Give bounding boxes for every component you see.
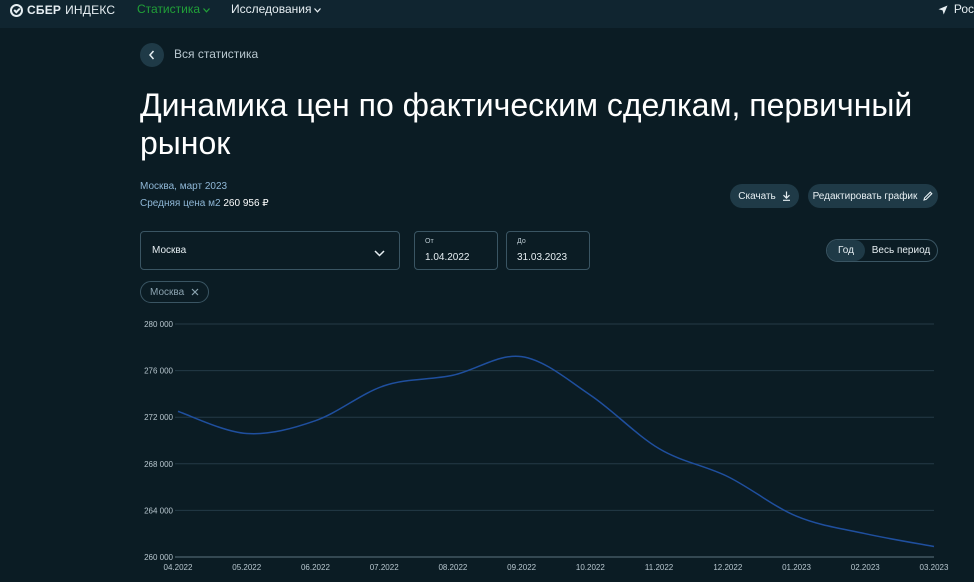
nav-research-label: Исследования	[231, 2, 312, 16]
nav-statistics-label: Статистика	[137, 2, 201, 16]
x-tick-label: 06.2022	[301, 563, 330, 572]
x-tick-label: 09.2022	[507, 563, 536, 572]
data-point[interactable]	[657, 447, 661, 451]
data-point[interactable]	[932, 545, 936, 549]
back-button[interactable]	[140, 43, 164, 67]
chevron-left-icon	[149, 50, 155, 60]
sber-logo-icon	[10, 3, 23, 17]
data-point[interactable]	[726, 475, 730, 479]
filter-chip[interactable]: Москва	[140, 281, 210, 303]
period-all-button[interactable]: Весь период	[865, 240, 937, 261]
city-select-value: Москва	[152, 245, 187, 256]
filter-chip-label: Москва	[150, 286, 185, 298]
price-line-chart: 260 000 264 000 268 000 272 000 276 000 280 0…	[144, 320, 949, 572]
y-tick-label: 268 000	[144, 460, 173, 469]
x-tick-label: 05.2022	[232, 563, 261, 572]
series-line[interactable]	[177, 355, 935, 548]
y-tick-label: 272 000	[144, 413, 173, 422]
download-icon	[782, 191, 790, 201]
location-date: Москва, март 2023	[140, 181, 228, 192]
region-selector[interactable]: Рос	[938, 2, 974, 16]
data-point[interactable]	[520, 355, 524, 359]
logo[interactable]: СБЕР ИНДЕКС	[10, 3, 115, 17]
average-price: Средняя цена м2 260 956 ₽	[140, 198, 269, 209]
logo-light: ИНДЕКС	[65, 3, 116, 17]
data-point[interactable]	[588, 393, 592, 397]
pencil-icon	[923, 191, 933, 201]
y-tick-label: 280 000	[144, 320, 173, 329]
period-toggle: Год Весь период	[826, 239, 938, 262]
logo-strong: СБЕР	[27, 3, 62, 17]
city-select[interactable]: Москва	[140, 231, 400, 270]
data-point[interactable]	[176, 409, 180, 413]
x-tick-label: 01.2023	[782, 563, 811, 572]
edit-chart-label: Редактировать график	[812, 190, 918, 202]
data-point[interactable]	[451, 373, 455, 377]
nav-research[interactable]: Исследования	[231, 2, 322, 16]
average-price-label: Средняя цена м2	[140, 198, 221, 209]
data-point[interactable]	[245, 432, 249, 436]
average-price-value: 260 956 ₽	[223, 198, 269, 209]
x-tick-label: 11.2022	[645, 563, 674, 572]
chevron-down-icon	[314, 6, 322, 15]
nav-statistics[interactable]: Статистика	[137, 2, 210, 16]
download-button[interactable]: Скачать	[730, 184, 799, 208]
x-tick-label: 04.2022	[164, 563, 193, 572]
region-label: Рос	[953, 2, 974, 16]
back-link[interactable]: Вся статистика	[174, 47, 258, 61]
chevron-down-icon	[374, 244, 385, 262]
data-point[interactable]	[795, 514, 799, 518]
y-tick-label: 260 000	[144, 553, 173, 562]
chevron-down-icon	[203, 6, 210, 15]
y-tick-label: 276 000	[144, 367, 173, 376]
download-label: Скачать	[738, 190, 776, 202]
x-tick-label: 03.2023	[920, 563, 949, 572]
y-tick-label: 264 000	[144, 506, 173, 515]
x-tick-label: 12.2022	[713, 563, 742, 572]
date-to-label: До	[517, 238, 526, 245]
x-tick-label: 02.2023	[851, 563, 880, 572]
date-from-label: От	[425, 238, 434, 245]
edit-chart-button[interactable]: Редактировать график	[808, 184, 938, 208]
x-tick-label: 08.2022	[438, 563, 467, 572]
date-to-value: 31.03.2023	[517, 252, 568, 263]
page-title: Динамика цен по фактическим сделкам, пер…	[140, 87, 913, 161]
top-navbar: СБЕР ИНДЕКС Статистика Исследования Рос	[0, 0, 974, 28]
date-from-field[interactable]: От 1.04.2022	[414, 231, 498, 270]
close-icon[interactable]	[191, 288, 199, 296]
date-to-field[interactable]: До 31.03.2023	[506, 231, 590, 270]
date-from-value: 1.04.2022	[425, 252, 470, 263]
x-tick-label: 07.2022	[370, 563, 399, 572]
data-point[interactable]	[863, 532, 867, 536]
data-point[interactable]	[382, 384, 386, 388]
location-arrow-icon	[938, 4, 948, 15]
x-tick-label: 10.2022	[576, 563, 605, 572]
period-year-button[interactable]: Год	[827, 240, 865, 261]
data-point[interactable]	[313, 419, 317, 423]
